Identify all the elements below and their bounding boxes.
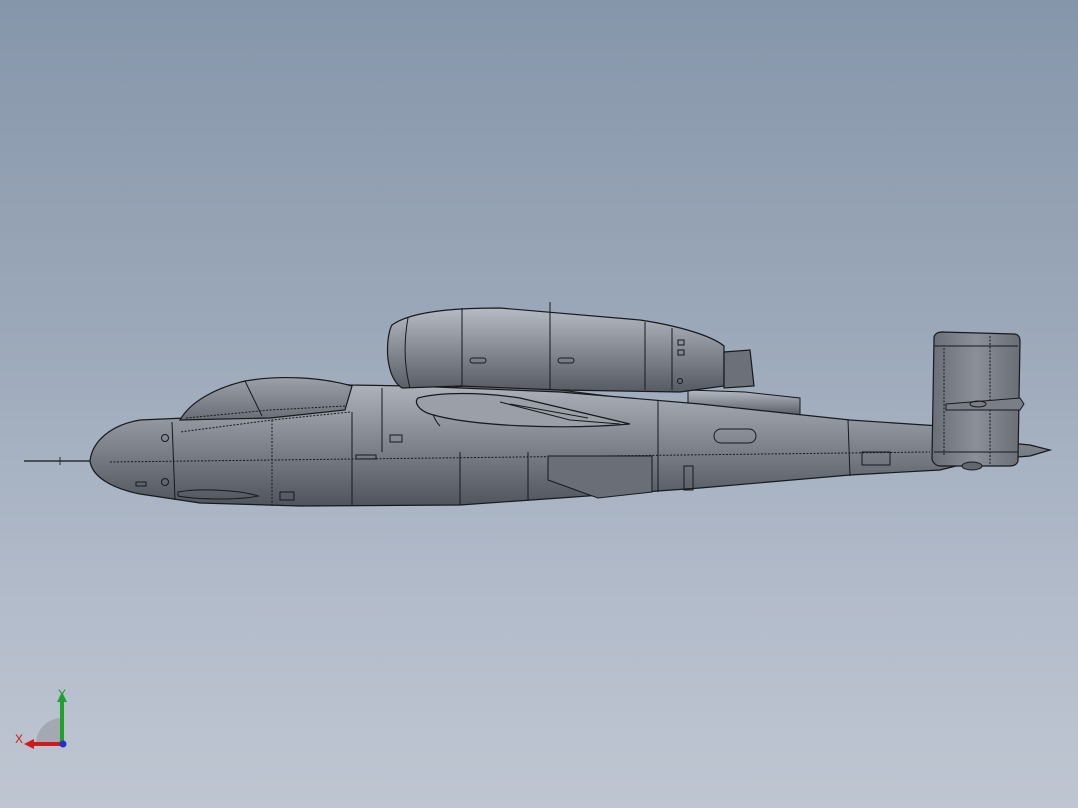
aircraft-model[interactable]: [0, 0, 1078, 808]
pitot-probe: [24, 457, 92, 465]
x-axis-label: X: [15, 732, 24, 746]
engine-exhaust: [723, 349, 755, 389]
graphics-viewport[interactable]: Y X: [0, 0, 1078, 808]
tail-fin: [931, 331, 1025, 471]
coordinate-triad: Y X: [12, 686, 76, 750]
y-axis-label: Y: [58, 687, 67, 701]
engine-nacelle: [386, 302, 725, 393]
